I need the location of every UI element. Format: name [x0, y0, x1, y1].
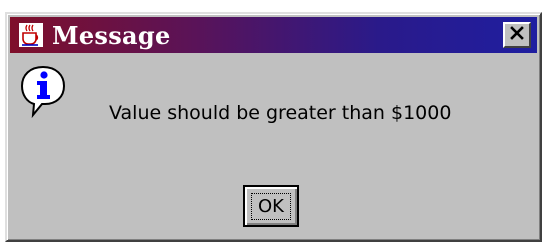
close-button[interactable] — [503, 22, 531, 48]
message-dialog: Message Value should be greater than $10… — [5, 12, 542, 242]
ok-button-label: OK — [251, 192, 291, 220]
close-icon — [510, 25, 524, 45]
message-text: Value should be greater than $1000 — [109, 102, 452, 124]
java-cup-icon — [16, 20, 46, 50]
title-bar[interactable]: Message — [10, 17, 537, 53]
ok-button[interactable]: OK — [243, 185, 299, 227]
dialog-title: Message — [52, 20, 171, 50]
information-icon — [19, 64, 67, 119]
